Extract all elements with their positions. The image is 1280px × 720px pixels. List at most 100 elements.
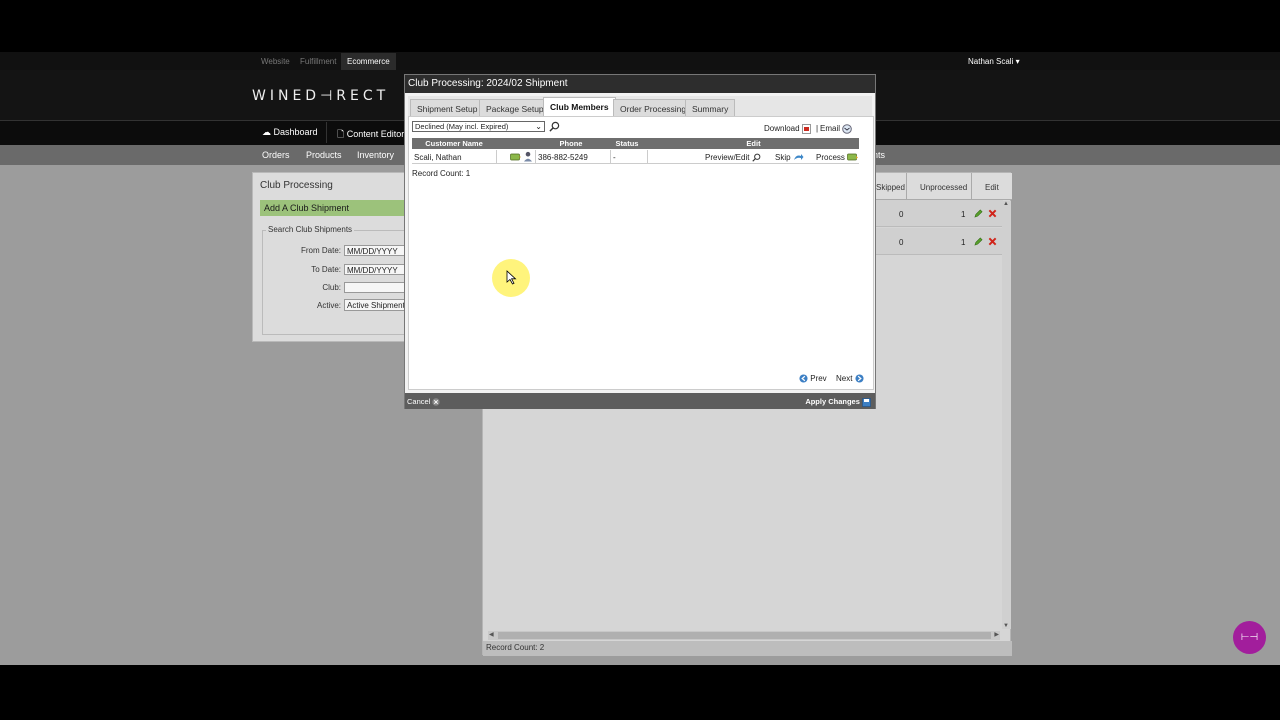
col-unprocessed[interactable]: Unprocessed [920,183,967,192]
apply-label: Apply Changes [805,397,860,406]
cell-divider [496,150,497,164]
document-icon: 🗋 [337,129,345,139]
mouse-pointer-icon [506,270,517,285]
members-record-count: Record Count: 1 [412,169,471,178]
close-icon [432,398,441,406]
skipped-cell: 0 [899,238,904,247]
skip-label: Skip [775,153,791,162]
cell-divider [647,150,648,164]
col-phone[interactable]: Phone [535,139,607,148]
scroll-thumb[interactable] [498,632,991,639]
subnav-inventory[interactable]: Inventory [357,150,394,160]
top-link-fulfillment[interactable]: Fulfillment [300,57,336,66]
status-cell: - [613,153,616,162]
process-label: Process [816,153,845,162]
nav-divider [326,122,327,143]
download-label: Download [764,124,800,134]
col-edit: Edit [985,183,999,192]
pdf-icon [801,124,811,134]
process-icon [847,154,859,161]
download-link[interactable]: Download [764,124,811,134]
email-label: Email [820,124,841,134]
chat-logo-icon: ⊢⊣ [1240,632,1259,643]
chevron-down-icon: ⌄ [535,122,542,131]
user-icon[interactable] [523,151,533,162]
top-link-ecommerce[interactable]: Ecommerce [341,53,396,70]
customer-name-cell: Scali, Nathan [414,153,462,162]
pencil-icon[interactable] [974,237,983,246]
col-skipped[interactable]: Skipped [876,183,905,192]
nav-content-editor-label: Content Editor [346,129,405,139]
search-legend: Search Club Shipments [266,225,355,234]
phone-cell: 386-882-5249 [538,153,588,162]
members-grid-header: Customer Name Phone Status Edit [412,138,859,149]
table-row[interactable]: Scali, Nathan 386-882-5249 - Preview/Edi… [412,150,859,164]
to-date-label: To Date: [311,265,341,274]
arrow-right-icon [855,374,864,383]
user-menu[interactable]: Nathan Scali ▾ [968,57,1020,66]
cloud-icon: ☁ [262,127,271,137]
col-divider [971,173,972,200]
col-customer-name[interactable]: Customer Name [412,139,496,148]
modal-tabs: Shipment Setup Package Setup Club Member… [408,96,872,116]
page: Website Fulfillment Ecommerce Nathan Sca… [0,0,1280,720]
panel-title: Club Processing [260,180,333,191]
email-link[interactable]: Email [820,124,853,134]
vertical-scrollbar[interactable]: ▲ ▼ [1002,201,1011,629]
skip-link[interactable]: Skip [775,153,804,162]
cell-divider [610,150,611,164]
magnifier-icon [752,154,761,163]
filter-value: Declined (May incl. Expired) [415,122,509,131]
tab-shipment-setup[interactable]: Shipment Setup [410,99,485,116]
email-icon [842,124,853,134]
modal-body: Declined (May incl. Expired) ⌄ Download … [408,116,874,390]
status-filter-select[interactable]: Declined (May incl. Expired) ⌄ [412,121,545,132]
wallet-icon[interactable] [510,152,521,162]
process-link[interactable]: Process [816,153,859,162]
scroll-right-icon[interactable]: ▶ [994,631,999,638]
nav-dashboard[interactable]: ☁ Dashboard [262,127,318,138]
nav-dashboard-label: Dashboard [273,127,318,137]
tab-summary[interactable]: Summary [685,99,736,116]
tab-order-processing[interactable]: Order Processing [613,99,694,116]
next-page-button[interactable]: Next [836,374,864,383]
search-icon[interactable] [549,121,560,132]
scroll-up-icon[interactable]: ▲ [1003,201,1009,207]
apply-changes-button[interactable]: Apply Changes [805,397,871,407]
subnav-orders[interactable]: Orders [262,150,290,160]
scroll-left-icon[interactable]: ◀ [489,631,494,638]
prev-page-button[interactable]: Prev [799,374,827,383]
delete-icon[interactable] [988,237,997,246]
grid-record-count: Record Count: 2 [483,641,1012,656]
nav-content-editor[interactable]: 🗋 Content Editor [337,127,404,143]
col-status[interactable]: Status [610,139,644,148]
cancel-button[interactable]: Cancel [407,397,441,406]
col-divider [906,173,907,200]
active-label: Active: [316,301,341,310]
modal-footer: Cancel Apply Changes [405,393,875,409]
from-date-label: From Date: [300,246,341,255]
tab-package-setup[interactable]: Package Setup [479,99,551,116]
unprocessed-cell: 1 [961,210,966,219]
club-label: Club: [322,283,341,292]
save-icon [862,397,871,407]
next-label: Next [836,374,853,383]
horizontal-scrollbar[interactable]: ◀ ▶ [488,631,1000,640]
delete-icon[interactable] [988,209,997,218]
subnav-products[interactable]: Products [306,150,342,160]
link-divider: | [816,124,819,133]
preview-edit-link[interactable]: Preview/Edit [705,153,761,163]
club-processing-modal: Club Processing: 2024/02 Shipment Shipme… [404,74,876,409]
cancel-label: Cancel [407,397,431,406]
arrow-left-icon [799,374,808,383]
top-bar [0,52,1280,70]
chat-widget-button[interactable]: ⊢⊣ [1233,621,1266,654]
skipped-cell: 0 [899,210,904,219]
cell-divider [535,150,536,164]
scroll-down-icon[interactable]: ▼ [1003,623,1009,629]
pencil-icon[interactable] [974,209,983,218]
prev-label: Prev [810,374,827,383]
top-link-website[interactable]: Website [261,57,290,66]
tab-club-members[interactable]: Club Members [543,97,616,116]
logo: WINED⊣RECT [252,88,390,104]
